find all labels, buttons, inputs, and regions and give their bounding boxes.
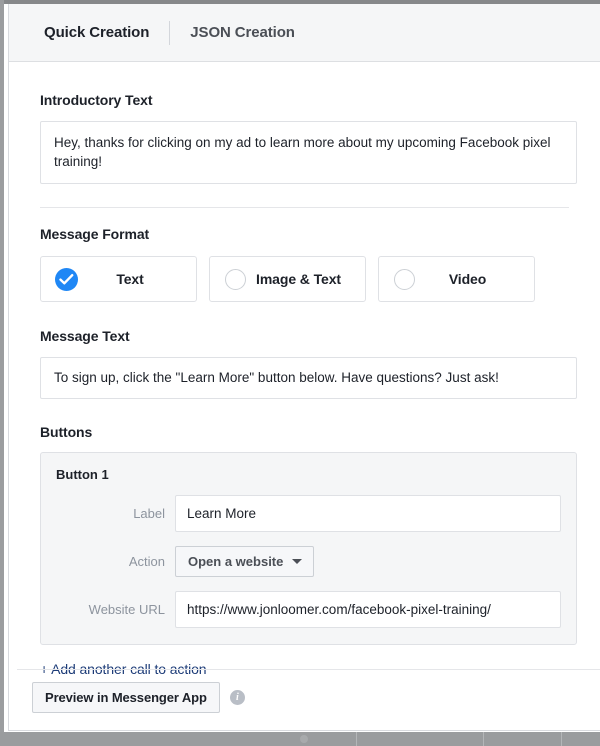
website-url-input[interactable]: https://www.jonloomer.com/facebook-pixel… [175,591,561,628]
message-format-options: Text Image & Text Video [40,256,577,302]
field-row-website-url: Website URL https://www.jonloomer.com/fa… [41,591,576,628]
button-panel-title: Button 1 [56,467,576,482]
dialog-footer: Preview in Messenger App i [32,682,245,713]
introductory-text-title: Introductory Text [40,92,577,108]
chrome-nub [300,735,308,743]
dialog-body: Introductory Text Hey, thanks for clicki… [9,92,600,679]
footer-divider [17,669,600,670]
button-panel: Button 1 Label Learn More Action Open a … [40,452,577,645]
window-chrome-left [0,0,4,746]
window-chrome-bottom [0,732,600,746]
radio-selected-icon [55,268,78,291]
section-divider [40,207,569,208]
format-option-video[interactable]: Video [378,256,535,302]
field-row-action: Action Open a website [41,546,576,577]
button-label-input[interactable]: Learn More [175,495,561,532]
chrome-divider [561,732,562,746]
format-option-image-text[interactable]: Image & Text [209,256,366,302]
tab-json-creation[interactable]: JSON Creation [170,20,315,46]
tab-quick-creation[interactable]: Quick Creation [24,20,169,46]
buttons-section-title: Buttons [40,424,577,440]
format-option-label: Video [415,271,534,287]
chrome-divider [483,732,484,746]
tab-bar: Quick Creation JSON Creation [9,4,600,62]
field-row-label: Label Learn More [41,495,576,532]
info-icon[interactable]: i [230,690,245,705]
website-url-field-label: Website URL [41,602,175,617]
creation-dialog-card: Quick Creation JSON Creation Introductor… [8,4,600,731]
radio-unselected-icon [225,269,246,290]
action-field-label: Action [41,554,175,569]
format-option-label: Image & Text [246,271,365,287]
message-text-title: Message Text [40,328,577,344]
chevron-down-icon [292,559,302,564]
introductory-text-input[interactable]: Hey, thanks for clicking on my ad to lea… [40,121,577,184]
preview-in-messenger-app-button[interactable]: Preview in Messenger App [32,682,220,713]
action-select[interactable]: Open a website [175,546,314,577]
format-option-label: Text [78,271,196,287]
message-format-title: Message Format [40,226,577,242]
chrome-divider [356,732,357,746]
format-option-text[interactable]: Text [40,256,197,302]
label-field-label: Label [41,506,175,521]
message-text-input[interactable]: To sign up, click the "Learn More" butto… [40,357,577,399]
radio-unselected-icon [394,269,415,290]
action-select-value: Open a website [188,554,283,569]
app-root: Quick Creation JSON Creation Introductor… [0,0,600,746]
